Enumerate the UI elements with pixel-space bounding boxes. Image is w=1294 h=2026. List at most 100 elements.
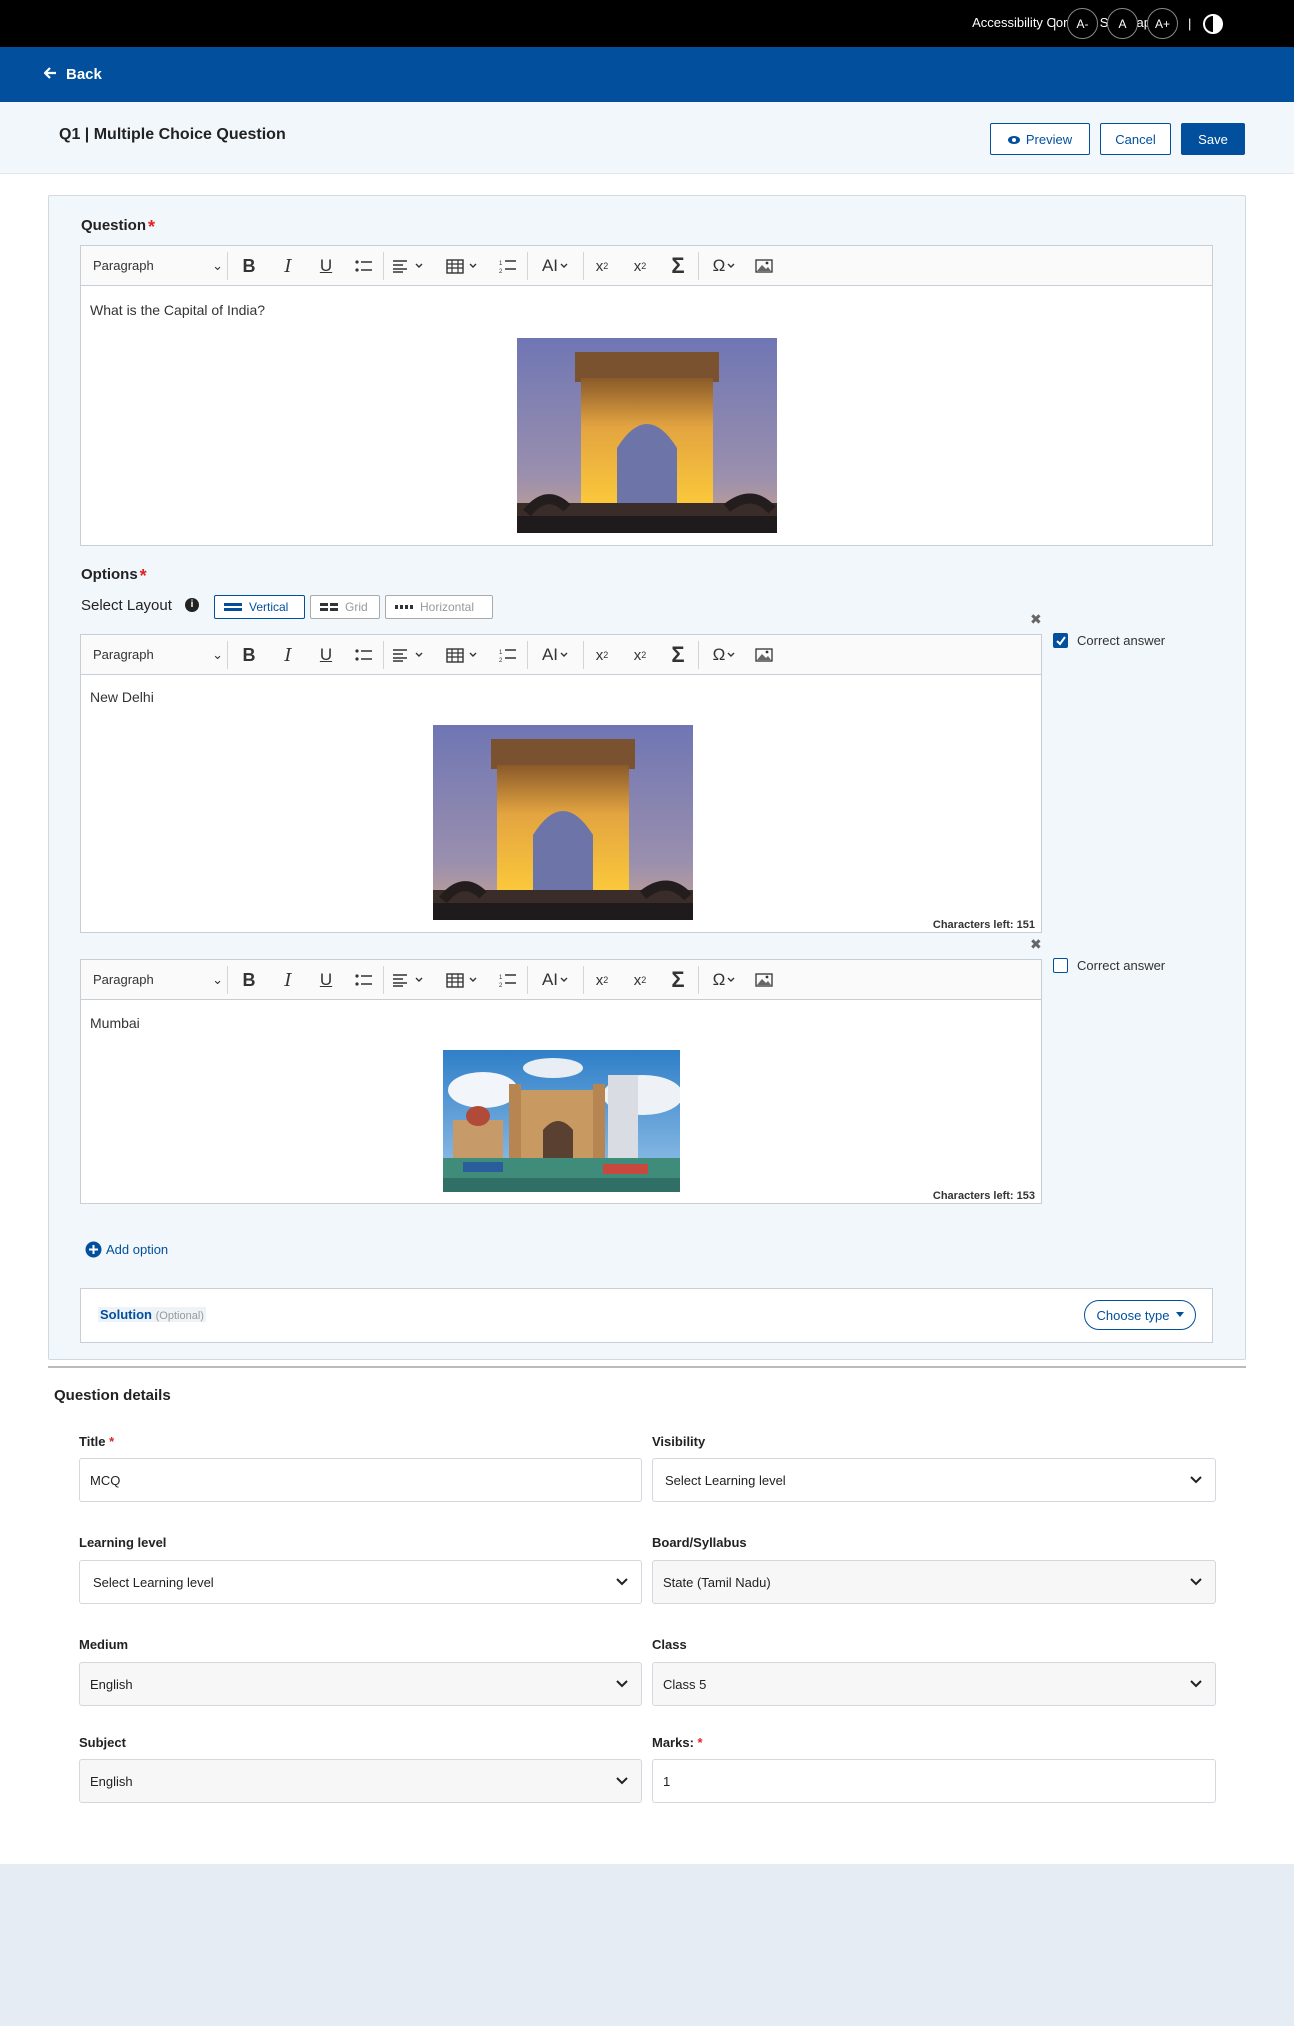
underline-icon[interactable]: U [315,254,337,278]
back-label: Back [66,66,102,83]
options-label: Options * [81,566,147,586]
marks-input[interactable]: 1 [652,1759,1216,1803]
math-sigma-icon[interactable]: Σ [666,642,690,667]
align-icon[interactable] [391,643,427,667]
correct-answer-checkbox-2[interactable] [1053,958,1068,973]
title-input[interactable]: MCQ [79,1458,642,1502]
insert-image-icon[interactable] [754,968,774,992]
editor-toolbar: Paragraph ⌄ B I U 12 AI x2 x2 Σ Ω [81,246,1212,286]
chevron-down-icon: ⌄ [212,972,223,987]
page-title: Q1 | Multiple Choice Question [59,126,286,143]
visibility-select[interactable]: Select Learning level [652,1458,1216,1502]
bullet-list-icon[interactable] [353,643,375,667]
question-text[interactable]: What is the Capital of India? [90,302,265,318]
font-size-icon[interactable]: AI [536,643,576,667]
font-size-icon[interactable]: AI [536,968,576,992]
font-size-icon[interactable]: AI [536,254,576,278]
solution-label: Solution (Optional) [98,1307,206,1322]
vertical-layout-icon [224,603,242,611]
superscript-icon[interactable]: x2 [629,968,651,992]
remove-option-1-icon[interactable]: ✖ [1030,611,1042,628]
medium-label: Medium [79,1637,129,1652]
correct-answer-label: Correct answer [1077,958,1166,973]
contrast-toggle-icon[interactable] [1203,14,1223,34]
learning-level-select[interactable]: Select Learning level [79,1560,642,1604]
bold-icon[interactable]: B [238,254,260,278]
chevron-down-icon [1190,1680,1202,1688]
font-decrease-button[interactable]: A- [1067,8,1098,39]
cancel-button[interactable]: Cancel [1100,123,1171,155]
superscript-icon[interactable]: x2 [629,643,651,667]
font-increase-button[interactable]: A+ [1147,8,1178,39]
question-editor[interactable]: Paragraph ⌄ B I U 12 AI x2 x2 Σ Ω What is… [80,245,1213,546]
italic-icon[interactable]: I [277,968,299,992]
table-icon[interactable] [445,643,481,667]
bold-icon[interactable]: B [238,643,260,667]
numbered-list-icon[interactable]: 12 [497,643,519,667]
subscript-icon[interactable]: x2 [591,254,613,278]
remove-option-2-icon[interactable]: ✖ [1030,936,1042,953]
subscript-icon[interactable]: x2 [591,643,613,667]
table-icon[interactable] [445,968,481,992]
superscript-icon[interactable]: x2 [629,254,651,278]
paragraph-format-select[interactable]: Paragraph ⌄ [93,258,223,274]
chevron-down-icon [616,1578,628,1586]
medium-select[interactable]: English [79,1662,642,1706]
layout-grid-button[interactable]: Grid [310,595,380,619]
italic-icon[interactable]: I [277,254,299,278]
add-option-label: Add option [106,1242,169,1257]
page-footer [0,1864,1294,2026]
font-normal-button[interactable]: A [1107,8,1138,39]
option-2-editor[interactable]: Paragraph⌄ B I U 12 AI x2 x2 Σ Ω Mumbai [80,959,1042,1204]
page-header: Q1 | Multiple Choice Question Preview Ca… [0,102,1294,174]
insert-image-icon[interactable] [754,643,774,667]
info-icon[interactable]: i [185,598,199,612]
class-select[interactable]: Class 5 [652,1662,1216,1706]
subscript-icon[interactable]: x2 [591,968,613,992]
math-sigma-icon[interactable]: Σ [666,967,690,992]
save-button[interactable]: Save [1181,123,1245,155]
paragraph-format-select[interactable]: Paragraph ⌄ [93,647,223,663]
marks-label: Marks: * [652,1735,703,1750]
align-icon[interactable] [391,254,427,278]
editor-toolbar: Paragraph ⌄ B I U 12 AI x2 x2 Σ Ω [81,635,1041,675]
svg-text:1: 1 [499,650,503,656]
option-2-text[interactable]: Mumbai [90,1015,140,1031]
subject-select[interactable]: English [79,1759,642,1803]
option-1-text[interactable]: New Delhi [90,689,154,705]
india-gate-image [517,338,777,533]
characters-left: Characters left: 153 [932,1190,1035,1202]
italic-icon[interactable]: I [277,643,299,667]
bold-icon[interactable]: B [238,968,260,992]
preview-button[interactable]: Preview [990,123,1090,155]
option-1-editor[interactable]: Paragraph ⌄ B I U 12 AI x2 x2 Σ Ω New Del… [80,634,1042,933]
insert-image-icon[interactable] [754,254,774,278]
subject-label: Subject [79,1735,126,1750]
numbered-list-icon[interactable]: 12 [497,254,519,278]
math-sigma-icon[interactable]: Σ [666,253,690,278]
special-char-icon[interactable]: Ω [706,643,744,667]
layout-vertical-button[interactable]: Vertical [214,595,305,619]
numbered-list-icon[interactable]: 12 [497,968,519,992]
special-char-icon[interactable]: Ω [706,968,744,992]
top-accessibility-bar: Accessibility Corner|Site Map | A- A A+ … [0,0,1294,47]
plus-circle-icon [85,1241,102,1258]
learning-level-label: Learning level [79,1535,167,1550]
paragraph-format-select[interactable]: Paragraph ⌄ [93,972,223,988]
align-icon[interactable] [391,968,427,992]
bullet-list-icon[interactable] [353,254,375,278]
board-syllabus-select[interactable]: State (Tamil Nadu) [652,1560,1216,1604]
underline-icon[interactable]: U [315,968,337,992]
back-button[interactable]: Back [43,66,102,83]
bullet-list-icon[interactable] [353,968,375,992]
divider [48,1366,1246,1368]
special-char-icon[interactable]: Ω [706,254,744,278]
chevron-down-icon [616,1777,628,1785]
layout-horizontal-button[interactable]: Horizontal [385,595,493,619]
correct-answer-checkbox-1[interactable] [1053,633,1068,648]
add-option-button[interactable]: Add option [85,1241,168,1258]
table-icon[interactable] [445,254,481,278]
underline-icon[interactable]: U [315,643,337,667]
choose-type-button[interactable]: Choose type [1084,1300,1196,1330]
optional-label: (Optional) [155,1310,204,1322]
